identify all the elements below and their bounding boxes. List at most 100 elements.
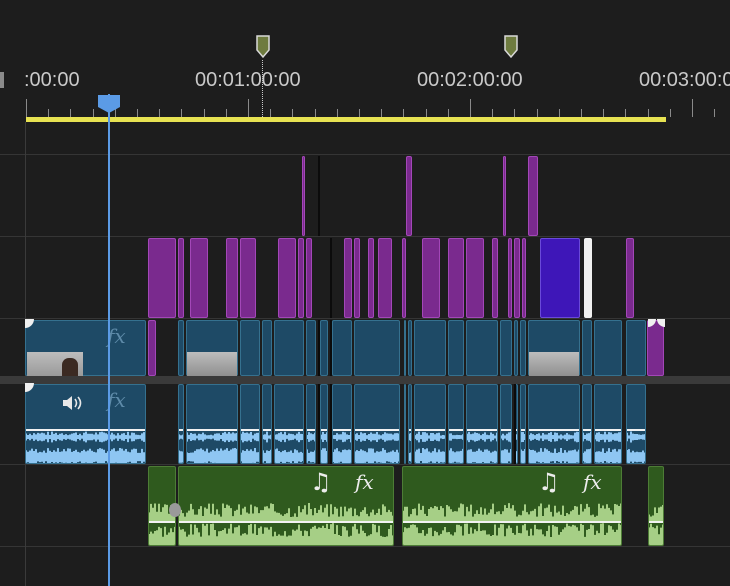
graphics-clip[interactable] <box>178 238 184 318</box>
graphics-clip[interactable] <box>278 238 296 318</box>
video-clip[interactable] <box>178 320 184 376</box>
minor-tick <box>625 109 626 117</box>
video-clip[interactable] <box>306 320 316 376</box>
graphics-clip[interactable] <box>402 238 406 318</box>
video-clip[interactable] <box>274 320 304 376</box>
audio-clip[interactable] <box>178 384 184 464</box>
graphics-clip[interactable] <box>508 238 512 318</box>
video-clip[interactable] <box>448 320 464 376</box>
graphics-clip[interactable] <box>448 238 464 318</box>
graphics-clip[interactable] <box>302 156 305 236</box>
video-clip[interactable] <box>262 320 272 376</box>
audio-clip[interactable] <box>414 384 446 464</box>
white-clip[interactable] <box>584 238 592 318</box>
graphics-clip[interactable] <box>148 320 156 376</box>
playhead-handle[interactable] <box>97 94 121 114</box>
video-clip[interactable] <box>582 320 592 376</box>
minor-tick <box>581 109 582 117</box>
volume-line[interactable] <box>179 521 393 523</box>
marker-icon[interactable] <box>504 35 518 59</box>
graphics-clip[interactable] <box>306 238 312 318</box>
audio-clip[interactable] <box>306 384 316 464</box>
video-clip[interactable] <box>320 320 328 376</box>
audio-clip[interactable] <box>408 384 412 464</box>
graphics-clip[interactable] <box>240 238 256 318</box>
fx-icon[interactable]: fx <box>355 470 374 494</box>
audio-clip[interactable] <box>262 384 272 464</box>
graphics-clip[interactable] <box>148 238 176 318</box>
audio-clip[interactable] <box>528 384 580 464</box>
audio-clip[interactable] <box>274 384 304 464</box>
minor-tick <box>448 109 449 117</box>
playhead-line[interactable] <box>108 94 110 586</box>
audio-waveform <box>275 431 303 463</box>
audio-clip[interactable] <box>448 384 464 464</box>
audio-waveform <box>263 431 271 463</box>
video-clip[interactable] <box>354 320 400 376</box>
graphics-clip[interactable] <box>647 320 664 376</box>
edit-line <box>318 384 320 464</box>
major-tick <box>470 99 471 117</box>
graphics-clip[interactable] <box>190 238 208 318</box>
volume-line[interactable] <box>405 429 406 431</box>
minor-tick <box>93 109 94 117</box>
minor-tick <box>137 109 138 117</box>
fx-icon[interactable]: fx <box>583 470 602 494</box>
graphics-clip[interactable] <box>492 238 498 318</box>
graphics-clip[interactable] <box>406 156 412 236</box>
graphics-clip[interactable] <box>522 238 526 318</box>
video-thumbnail <box>529 352 579 376</box>
graphics-clip[interactable] <box>344 238 352 318</box>
graphics-clip[interactable] <box>503 156 506 236</box>
video-clip[interactable] <box>408 320 412 376</box>
audio-clip[interactable] <box>500 384 512 464</box>
minor-tick <box>403 109 404 117</box>
video-clip[interactable] <box>500 320 512 376</box>
person-thumbnail <box>62 358 78 376</box>
volume-line[interactable] <box>149 521 175 523</box>
keyframe-handle[interactable] <box>169 503 181 517</box>
video-clip[interactable] <box>594 320 622 376</box>
work-area-bar[interactable] <box>26 117 666 122</box>
video-clip[interactable] <box>332 320 352 376</box>
video-clip[interactable] <box>414 320 446 376</box>
color-matte-clip[interactable] <box>540 238 580 318</box>
video-clip[interactable] <box>466 320 498 376</box>
audio-waveform <box>529 431 579 463</box>
minor-tick <box>670 109 671 117</box>
video-clip[interactable] <box>404 320 406 376</box>
graphics-clip[interactable] <box>514 238 520 318</box>
graphics-clip[interactable] <box>528 156 538 236</box>
graphics-clip[interactable] <box>626 238 634 318</box>
graphics-clip[interactable] <box>226 238 238 318</box>
audio-clip[interactable] <box>320 384 328 464</box>
graphics-clip[interactable] <box>354 238 360 318</box>
volume-line[interactable] <box>403 521 621 523</box>
audio-clip[interactable] <box>186 384 238 464</box>
minor-tick <box>714 109 715 117</box>
audio-clip[interactable] <box>520 384 526 464</box>
minor-tick <box>514 109 515 117</box>
audio-clip[interactable] <box>354 384 400 464</box>
audio-clip[interactable] <box>626 384 646 464</box>
graphics-clip[interactable] <box>378 238 392 318</box>
audio-waveform <box>583 431 591 463</box>
graphics-clip[interactable] <box>298 238 304 318</box>
audio-waveform <box>187 431 237 463</box>
graphics-clip[interactable] <box>368 238 374 318</box>
volume-line[interactable] <box>649 521 663 523</box>
video-clip[interactable] <box>514 320 518 376</box>
marker-icon[interactable] <box>256 35 270 59</box>
graphics-clip[interactable] <box>466 238 484 318</box>
video-clip[interactable] <box>240 320 260 376</box>
audio-clip[interactable] <box>240 384 260 464</box>
audio-clip[interactable] <box>404 384 406 464</box>
audio-clip[interactable] <box>466 384 498 464</box>
music-clip[interactable] <box>648 466 664 546</box>
audio-clip[interactable] <box>332 384 352 464</box>
video-clip[interactable] <box>626 320 646 376</box>
graphics-clip[interactable] <box>422 238 440 318</box>
audio-clip[interactable] <box>582 384 592 464</box>
video-clip[interactable] <box>520 320 526 376</box>
audio-clip[interactable] <box>594 384 622 464</box>
